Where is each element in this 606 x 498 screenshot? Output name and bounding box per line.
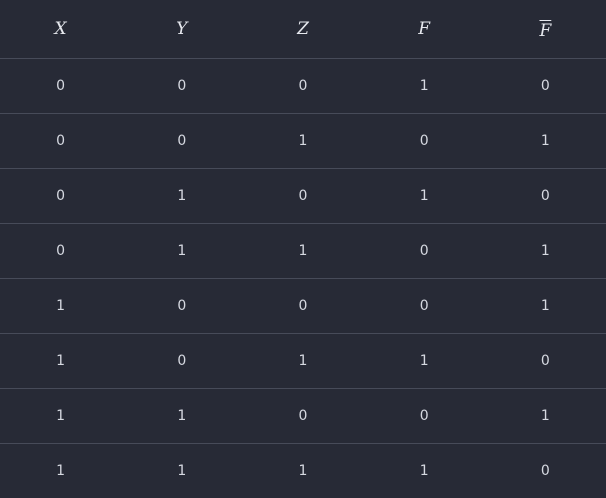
cell-x: 1 [0,278,122,334]
cell-x: 0 [0,223,122,279]
cell-f: 1 [363,168,485,224]
header-z: Z [242,0,364,59]
cell-y: 1 [177,463,187,479]
table-row: 0 1 1 0 1 [0,223,606,279]
cell-f-complement: 1 [484,223,606,279]
cell-x: 0 [0,113,122,169]
header-f-complement: F [484,0,606,59]
cell-f-complement: 0 [484,58,606,114]
truth-table: X Y Z F F 0 0 0 1 0 0 0 1 0 1 0 1 0 1 0 [0,0,606,498]
cell-y: 1 [121,223,243,279]
header-f: F [363,0,485,59]
cell-z: 1 [242,223,364,279]
header-row: X Y Z F F [0,0,606,59]
cell-z: 0 [242,168,364,224]
cell-f-complement: 1 [484,388,606,444]
table-row: 1 0 1 1 0 [0,333,606,389]
cell-x: 1 [56,463,66,479]
cell-y: 1 [121,168,243,224]
table-row: 1 1 1 1 0 [0,444,606,498]
cell-z: 0 [242,58,364,114]
cell-f: 0 [363,388,485,444]
table-row: 1 0 0 0 1 [0,278,606,334]
cell-f-complement: 0 [540,463,550,479]
cell-f: 0 [363,113,485,169]
cell-z: 1 [242,333,364,389]
table-row: 0 0 0 1 0 [0,58,606,114]
cell-f-complement: 0 [484,168,606,224]
cell-f: 0 [363,223,485,279]
cell-y: 1 [121,388,243,444]
cell-y: 0 [121,58,243,114]
cell-y: 0 [121,278,243,334]
header-y: Y [121,0,243,59]
cell-f-complement: 1 [484,113,606,169]
table-row: 0 1 0 1 0 [0,168,606,224]
cell-z: 1 [242,113,364,169]
cell-y: 0 [121,333,243,389]
cell-x: 1 [0,333,122,389]
cell-z: 0 [242,278,364,334]
cell-z: 0 [242,388,364,444]
cell-x: 1 [0,388,122,444]
cell-x: 0 [0,168,122,224]
table-row: 1 1 0 0 1 [0,388,606,444]
table-header: X Y Z F F [0,0,606,59]
cell-y: 0 [121,113,243,169]
cell-f: 1 [363,333,485,389]
cell-f: 0 [363,278,485,334]
header-x: X [0,0,122,59]
f-complement-label: F [539,21,552,41]
table-row: 0 0 1 0 1 [0,113,606,169]
cell-f: 1 [419,463,429,479]
table-body: 0 0 0 1 0 0 0 1 0 1 0 1 0 1 0 0 1 1 0 1 [0,58,606,498]
cell-z: 1 [298,463,308,479]
cell-f-complement: 0 [484,333,606,389]
cell-f-complement: 1 [484,278,606,334]
cell-f: 1 [363,58,485,114]
cell-x: 0 [0,58,122,114]
